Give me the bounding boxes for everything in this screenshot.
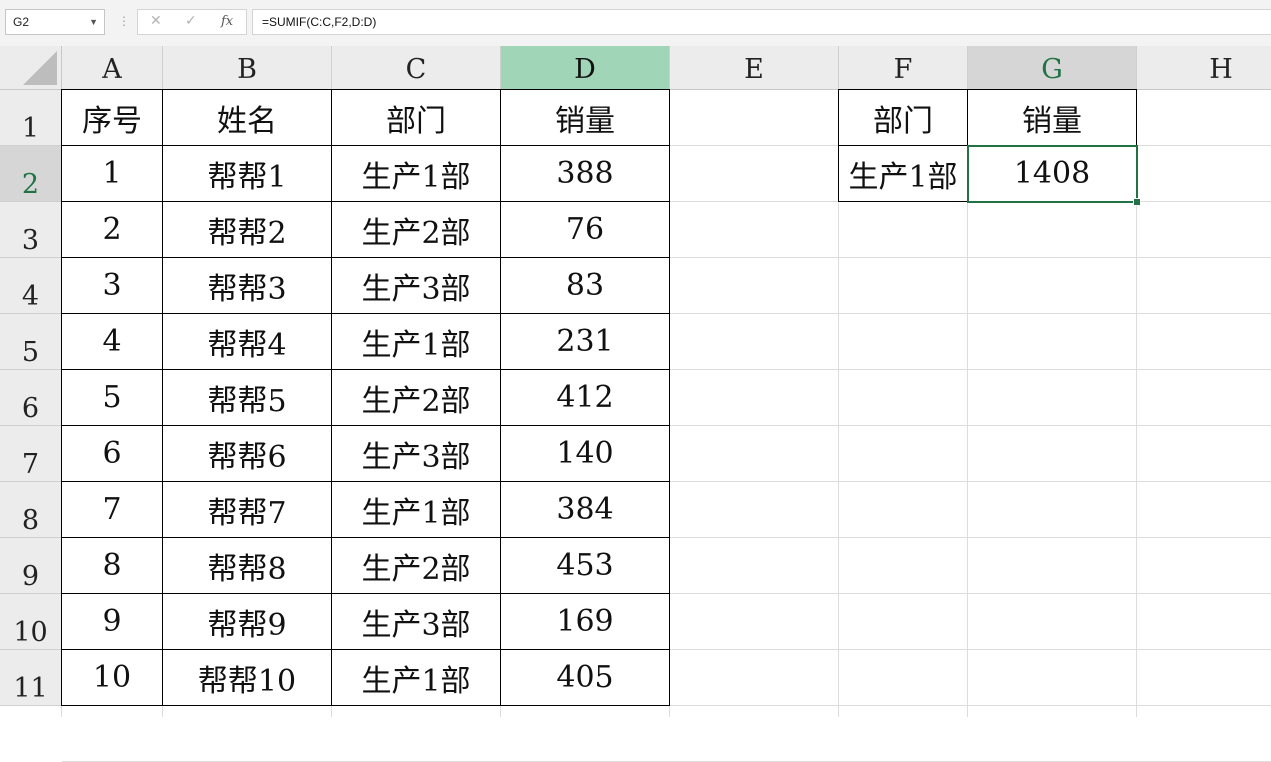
table-cell[interactable]: 5 [61,370,163,426]
table-cell[interactable]: 帮帮6 [163,426,332,482]
column-header-c[interactable]: C [332,46,501,90]
name-box[interactable]: G2 ▼ [5,9,105,35]
formula-buttons: ✕ ✓ fx [137,9,247,35]
spreadsheet-grid[interactable]: A B C D E F G H 1 2 3 4 5 6 7 8 9 10 11 序号 姓名 部门 销量 1 帮帮1 生产1部 388… [0,46,1271,762]
table-cell[interactable]: 生产2部 [332,370,501,426]
table-cell[interactable]: 生产3部 [332,426,501,482]
table-cell[interactable]: 帮帮8 [163,538,332,594]
table-cell[interactable]: 3 [61,258,163,314]
row-header-1[interactable]: 1 [0,90,62,146]
table-cell[interactable]: 453 [501,538,670,594]
table-cell[interactable]: 388 [501,146,670,202]
table-cell[interactable]: 生产1部 [332,146,501,202]
table-cell[interactable]: 405 [501,650,670,706]
table-header-cell[interactable]: 序号 [61,89,163,146]
row-header-8[interactable]: 8 [0,482,62,538]
row-header-11[interactable]: 11 [0,650,62,706]
summary-header-sales[interactable]: 销量 [968,89,1137,146]
table-cell[interactable]: 4 [61,314,163,370]
name-box-value: G2 [13,15,30,29]
fill-handle[interactable] [1133,198,1141,206]
column-header-f[interactable]: F [839,46,968,90]
table-cell[interactable]: 生产1部 [332,650,501,706]
table-header-cell[interactable]: 销量 [501,89,670,146]
formula-bar: G2 ▼ ⋮ ✕ ✓ fx =SUMIF(C:C,F2,D:D) [0,0,1271,46]
table-cell[interactable]: 帮帮4 [163,314,332,370]
function-icon[interactable]: fx [221,14,233,29]
table-cell[interactable]: 10 [61,650,163,706]
table-cell[interactable]: 生产3部 [332,258,501,314]
column-header-e[interactable]: E [670,46,839,90]
row-header-2[interactable]: 2 [0,146,62,202]
table-cell[interactable]: 帮帮5 [163,370,332,426]
table-cell[interactable]: 6 [61,426,163,482]
table-cell[interactable]: 帮帮3 [163,258,332,314]
table-cell[interactable]: 生产2部 [332,202,501,258]
table-cell[interactable]: 169 [501,594,670,650]
summary-header-dept[interactable]: 部门 [838,89,968,146]
table-cell[interactable]: 生产3部 [332,594,501,650]
table-cell[interactable]: 生产1部 [332,314,501,370]
table-cell[interactable]: 帮帮9 [163,594,332,650]
column-header-b[interactable]: B [163,46,332,90]
column-header-h[interactable]: H [1137,46,1271,90]
table-header-cell[interactable]: 部门 [332,89,501,146]
table-cell[interactable]: 76 [501,202,670,258]
select-all-corner[interactable] [0,46,62,90]
table-cell[interactable]: 83 [501,258,670,314]
row-header-9[interactable]: 9 [0,538,62,594]
more-icon: ⋮ [118,14,130,28]
row-header-4[interactable]: 4 [0,258,62,314]
row-header-10[interactable]: 10 [0,594,62,650]
summary-dept-cell[interactable]: 生产1部 [838,146,968,202]
selected-cell-g2[interactable]: 1408 [967,145,1138,203]
row-header-7[interactable]: 7 [0,426,62,482]
table-cell[interactable]: 140 [501,426,670,482]
formula-text: =SUMIF(C:C,F2,D:D) [262,15,377,29]
table-cell[interactable]: 384 [501,482,670,538]
table-cell[interactable]: 生产1部 [332,482,501,538]
formula-input[interactable]: =SUMIF(C:C,F2,D:D) [252,9,1271,35]
row-header-5[interactable]: 5 [0,314,62,370]
table-cell[interactable]: 1 [61,146,163,202]
column-header-g[interactable]: G [968,46,1137,90]
table-cell[interactable]: 生产2部 [332,538,501,594]
chevron-down-icon[interactable]: ▼ [89,10,98,34]
table-cell[interactable]: 帮帮1 [163,146,332,202]
cancel-icon[interactable]: ✕ [150,13,162,29]
table-cell[interactable]: 帮帮2 [163,202,332,258]
column-header-d[interactable]: D [501,46,670,90]
table-cell[interactable]: 帮帮7 [163,482,332,538]
table-cell[interactable]: 412 [501,370,670,426]
confirm-icon[interactable]: ✓ [185,13,197,29]
row-header-6[interactable]: 6 [0,370,62,426]
table-header-cell[interactable]: 姓名 [163,89,332,146]
select-all-icon [23,51,57,85]
table-cell[interactable]: 7 [61,482,163,538]
table-cell[interactable]: 2 [61,202,163,258]
table-cell[interactable]: 帮帮10 [163,650,332,706]
table-cell[interactable]: 231 [501,314,670,370]
table-cell[interactable]: 8 [61,538,163,594]
row-header-3[interactable]: 3 [0,202,62,258]
column-header-a[interactable]: A [62,46,163,90]
table-cell[interactable]: 9 [61,594,163,650]
